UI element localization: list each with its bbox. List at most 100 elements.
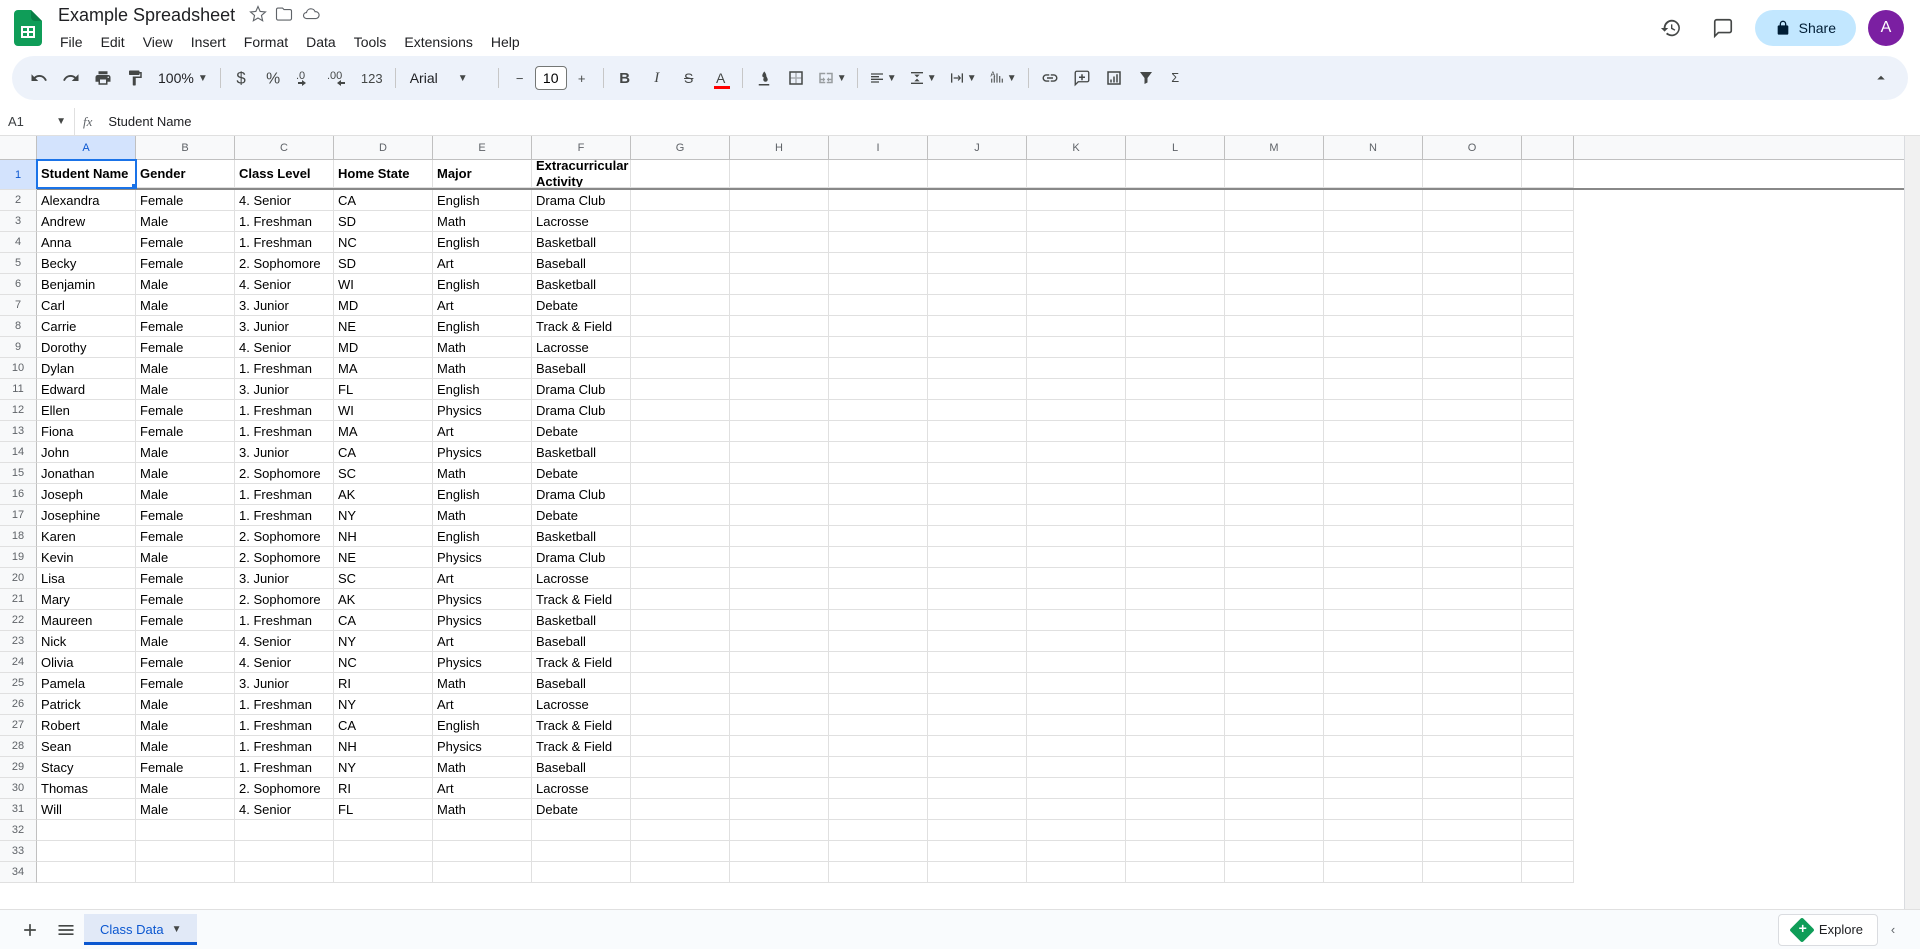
cell-H5[interactable] [730, 253, 829, 274]
cell-B13[interactable]: Female [136, 421, 235, 442]
cell-I14[interactable] [829, 442, 928, 463]
cell-E10[interactable]: Math [433, 358, 532, 379]
zoom-select[interactable]: 100%▼ [152, 66, 214, 90]
row-header-27[interactable]: 27 [0, 715, 37, 736]
cell-O16[interactable] [1423, 484, 1522, 505]
menu-data[interactable]: Data [298, 30, 344, 54]
cell-J11[interactable] [928, 379, 1027, 400]
row-header-24[interactable]: 24 [0, 652, 37, 673]
print-button[interactable] [88, 63, 118, 93]
font-select[interactable]: Arial▼ [402, 66, 492, 90]
cell-N8[interactable] [1324, 316, 1423, 337]
cell-I6[interactable] [829, 274, 928, 295]
cell-H21[interactable] [730, 589, 829, 610]
cell-F34[interactable] [532, 862, 631, 883]
cell-M33[interactable] [1225, 841, 1324, 862]
cell-E20[interactable]: Art [433, 568, 532, 589]
cell-B24[interactable]: Female [136, 652, 235, 673]
column-header-B[interactable]: B [136, 136, 235, 160]
sheet-tab-class-data[interactable]: Class Data▼ [84, 914, 197, 945]
cell-E4[interactable]: English [433, 232, 532, 253]
cell-A17[interactable]: Josephine [37, 505, 136, 526]
cell-K16[interactable] [1027, 484, 1126, 505]
cell-O2[interactable] [1423, 190, 1522, 211]
cell-C4[interactable]: 1. Freshman [235, 232, 334, 253]
cell-F11[interactable]: Drama Club [532, 379, 631, 400]
cell-P34[interactable] [1522, 862, 1574, 883]
cell-K29[interactable] [1027, 757, 1126, 778]
cell-L6[interactable] [1126, 274, 1225, 295]
cell-B7[interactable]: Male [136, 295, 235, 316]
cell-O6[interactable] [1423, 274, 1522, 295]
cell-I16[interactable] [829, 484, 928, 505]
cell-N18[interactable] [1324, 526, 1423, 547]
cell-J33[interactable] [928, 841, 1027, 862]
cell-C10[interactable]: 1. Freshman [235, 358, 334, 379]
cell-A16[interactable]: Joseph [37, 484, 136, 505]
cell-J22[interactable] [928, 610, 1027, 631]
cell-H22[interactable] [730, 610, 829, 631]
cell-P16[interactable] [1522, 484, 1574, 505]
cell-D25[interactable]: RI [334, 673, 433, 694]
cell-B25[interactable]: Female [136, 673, 235, 694]
cell-E1[interactable]: Major [433, 160, 532, 188]
cell-E2[interactable]: English [433, 190, 532, 211]
cell-D20[interactable]: SC [334, 568, 433, 589]
cell-G30[interactable] [631, 778, 730, 799]
cell-M26[interactable] [1225, 694, 1324, 715]
cell-O9[interactable] [1423, 337, 1522, 358]
cell-F3[interactable]: Lacrosse [532, 211, 631, 232]
cell-P5[interactable] [1522, 253, 1574, 274]
cell-L11[interactable] [1126, 379, 1225, 400]
cell-F7[interactable]: Debate [532, 295, 631, 316]
cell-C15[interactable]: 2. Sophomore [235, 463, 334, 484]
cell-K18[interactable] [1027, 526, 1126, 547]
cell-M3[interactable] [1225, 211, 1324, 232]
cell-H34[interactable] [730, 862, 829, 883]
cell-E18[interactable]: English [433, 526, 532, 547]
row-header-28[interactable]: 28 [0, 736, 37, 757]
cell-K27[interactable] [1027, 715, 1126, 736]
cell-I8[interactable] [829, 316, 928, 337]
cell-A28[interactable]: Sean [37, 736, 136, 757]
cell-I12[interactable] [829, 400, 928, 421]
cell-O11[interactable] [1423, 379, 1522, 400]
cell-P2[interactable] [1522, 190, 1574, 211]
cell-E23[interactable]: Art [433, 631, 532, 652]
column-header-J[interactable]: J [928, 136, 1027, 160]
cell-A25[interactable]: Pamela [37, 673, 136, 694]
cell-K10[interactable] [1027, 358, 1126, 379]
cell-D30[interactable]: RI [334, 778, 433, 799]
cell-B15[interactable]: Male [136, 463, 235, 484]
cell-I10[interactable] [829, 358, 928, 379]
cell-N24[interactable] [1324, 652, 1423, 673]
cell-G16[interactable] [631, 484, 730, 505]
cell-B3[interactable]: Male [136, 211, 235, 232]
row-header-10[interactable]: 10 [0, 358, 37, 379]
cell-H30[interactable] [730, 778, 829, 799]
column-header-K[interactable]: K [1027, 136, 1126, 160]
cell-B27[interactable]: Male [136, 715, 235, 736]
cell-M11[interactable] [1225, 379, 1324, 400]
row-header-11[interactable]: 11 [0, 379, 37, 400]
explore-button[interactable]: Explore [1778, 914, 1878, 946]
wrap-button[interactable]: ▼ [944, 63, 982, 93]
cell-K14[interactable] [1027, 442, 1126, 463]
cell-L1[interactable] [1126, 160, 1225, 188]
cell-K22[interactable] [1027, 610, 1126, 631]
cell-M32[interactable] [1225, 820, 1324, 841]
row-header-12[interactable]: 12 [0, 400, 37, 421]
cell-F17[interactable]: Debate [532, 505, 631, 526]
cell-K3[interactable] [1027, 211, 1126, 232]
cell-M12[interactable] [1225, 400, 1324, 421]
cell-H19[interactable] [730, 547, 829, 568]
cell-G29[interactable] [631, 757, 730, 778]
cell-E32[interactable] [433, 820, 532, 841]
cell-A23[interactable]: Nick [37, 631, 136, 652]
cell-H13[interactable] [730, 421, 829, 442]
cell-B20[interactable]: Female [136, 568, 235, 589]
cell-J17[interactable] [928, 505, 1027, 526]
cell-C17[interactable]: 1. Freshman [235, 505, 334, 526]
cell-C7[interactable]: 3. Junior [235, 295, 334, 316]
move-icon[interactable] [275, 5, 293, 26]
